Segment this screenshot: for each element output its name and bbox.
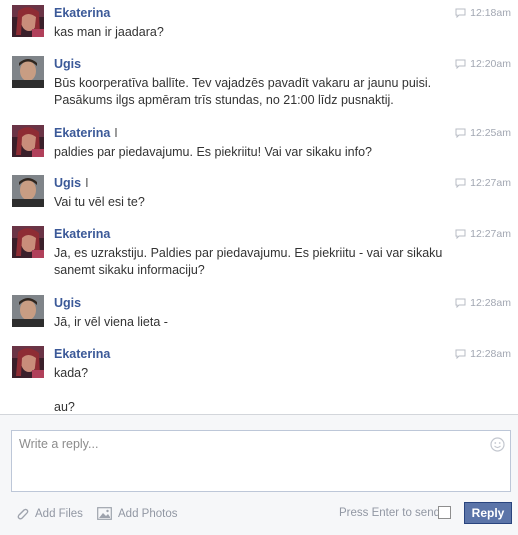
message-text: Būs koorperatīva ballīte. Tev vajadzēs p… <box>54 76 432 107</box>
chat-bubble-icon <box>455 178 466 188</box>
reply-button[interactable]: Reply <box>464 502 512 524</box>
photo-icon <box>97 507 112 520</box>
sender-name[interactable]: Ekaterina I <box>54 125 118 141</box>
add-files-button[interactable]: Add Files <box>15 507 83 521</box>
message-item: Ekaterina 12:27am Ja, es uzrakstiju. Pal… <box>0 221 518 289</box>
message-time: 12:25am <box>455 126 511 140</box>
sender-name[interactable]: Ugis I <box>54 175 89 191</box>
add-files-label: Add Files <box>35 508 83 520</box>
message-thread: Ekaterina 12:18am kas man ir jaadara? Ug… <box>0 0 518 414</box>
chat-bubble-icon <box>455 8 466 18</box>
emoji-icon[interactable] <box>490 437 505 452</box>
add-photos-label: Add Photos <box>118 507 178 520</box>
message-time: 12:28am <box>455 347 511 361</box>
reply-box <box>11 430 511 492</box>
chat-bubble-icon <box>455 59 466 69</box>
message-item: Ekaterina 12:28am kada? au? <box>0 341 518 414</box>
enter-to-send-label: Press Enter to send <box>339 507 440 519</box>
reply-composer: Add Files Add Photos Press Enter to send… <box>0 414 518 535</box>
reply-input[interactable] <box>12 431 482 489</box>
message-item: Ugis I 12:27am Vai tu vēl esi te? <box>0 170 518 220</box>
sender-mark: I <box>85 176 89 190</box>
sender-mark: I <box>114 126 118 140</box>
message-time: 12:27am <box>455 176 511 190</box>
avatar-ugis[interactable] <box>12 295 44 327</box>
message-text: Ja, es uzrakstiju. Paldies par piedavaju… <box>54 246 443 277</box>
avatar-ekaterina[interactable] <box>12 346 44 378</box>
message-time: 12:28am <box>455 296 511 310</box>
avatar-ekaterina[interactable] <box>12 226 44 258</box>
sender-name[interactable]: Ugis <box>54 56 85 72</box>
message-text: Jā, ir vēl viena lieta - <box>54 315 168 329</box>
message-text: kada? au? <box>54 366 89 414</box>
chat-bubble-icon <box>455 298 466 308</box>
paperclip-icon <box>17 508 29 520</box>
avatar-ekaterina[interactable] <box>12 125 44 157</box>
message-item: Ekaterina 12:18am kas man ir jaadara? <box>0 0 518 50</box>
chat-bubble-icon <box>455 229 466 239</box>
chat-bubble-icon <box>455 128 466 138</box>
message-text: Vai tu vēl esi te? <box>54 195 145 209</box>
message-text: kas man ir jaadara? <box>54 25 164 39</box>
message-time: 12:27am <box>455 227 511 241</box>
sender-name[interactable]: Ekaterina <box>54 346 114 362</box>
avatar-ugis[interactable] <box>12 56 44 88</box>
sender-name[interactable]: Ugis <box>54 295 85 311</box>
message-item: Ugis 12:28am Jā, ir vēl viena lieta - <box>0 290 518 340</box>
message-item: Ugis 12:20am Būs koorperatīva ballīte. T… <box>0 51 518 118</box>
enter-to-send-checkbox[interactable] <box>438 506 451 519</box>
sender-name[interactable]: Ekaterina <box>54 226 114 242</box>
message-time: 12:18am <box>455 6 511 20</box>
avatar-ugis[interactable] <box>12 175 44 207</box>
sender-name[interactable]: Ekaterina <box>54 5 114 21</box>
message-item: Ekaterina I 12:25am paldies par piedavaju… <box>0 120 518 170</box>
message-time: 12:20am <box>455 57 511 71</box>
avatar-ekaterina[interactable] <box>12 5 44 37</box>
chat-bubble-icon <box>455 349 466 359</box>
add-photos-button[interactable]: Add Photos <box>97 507 177 520</box>
message-text: paldies par piedavajumu. Es piekriitu! V… <box>54 145 372 159</box>
